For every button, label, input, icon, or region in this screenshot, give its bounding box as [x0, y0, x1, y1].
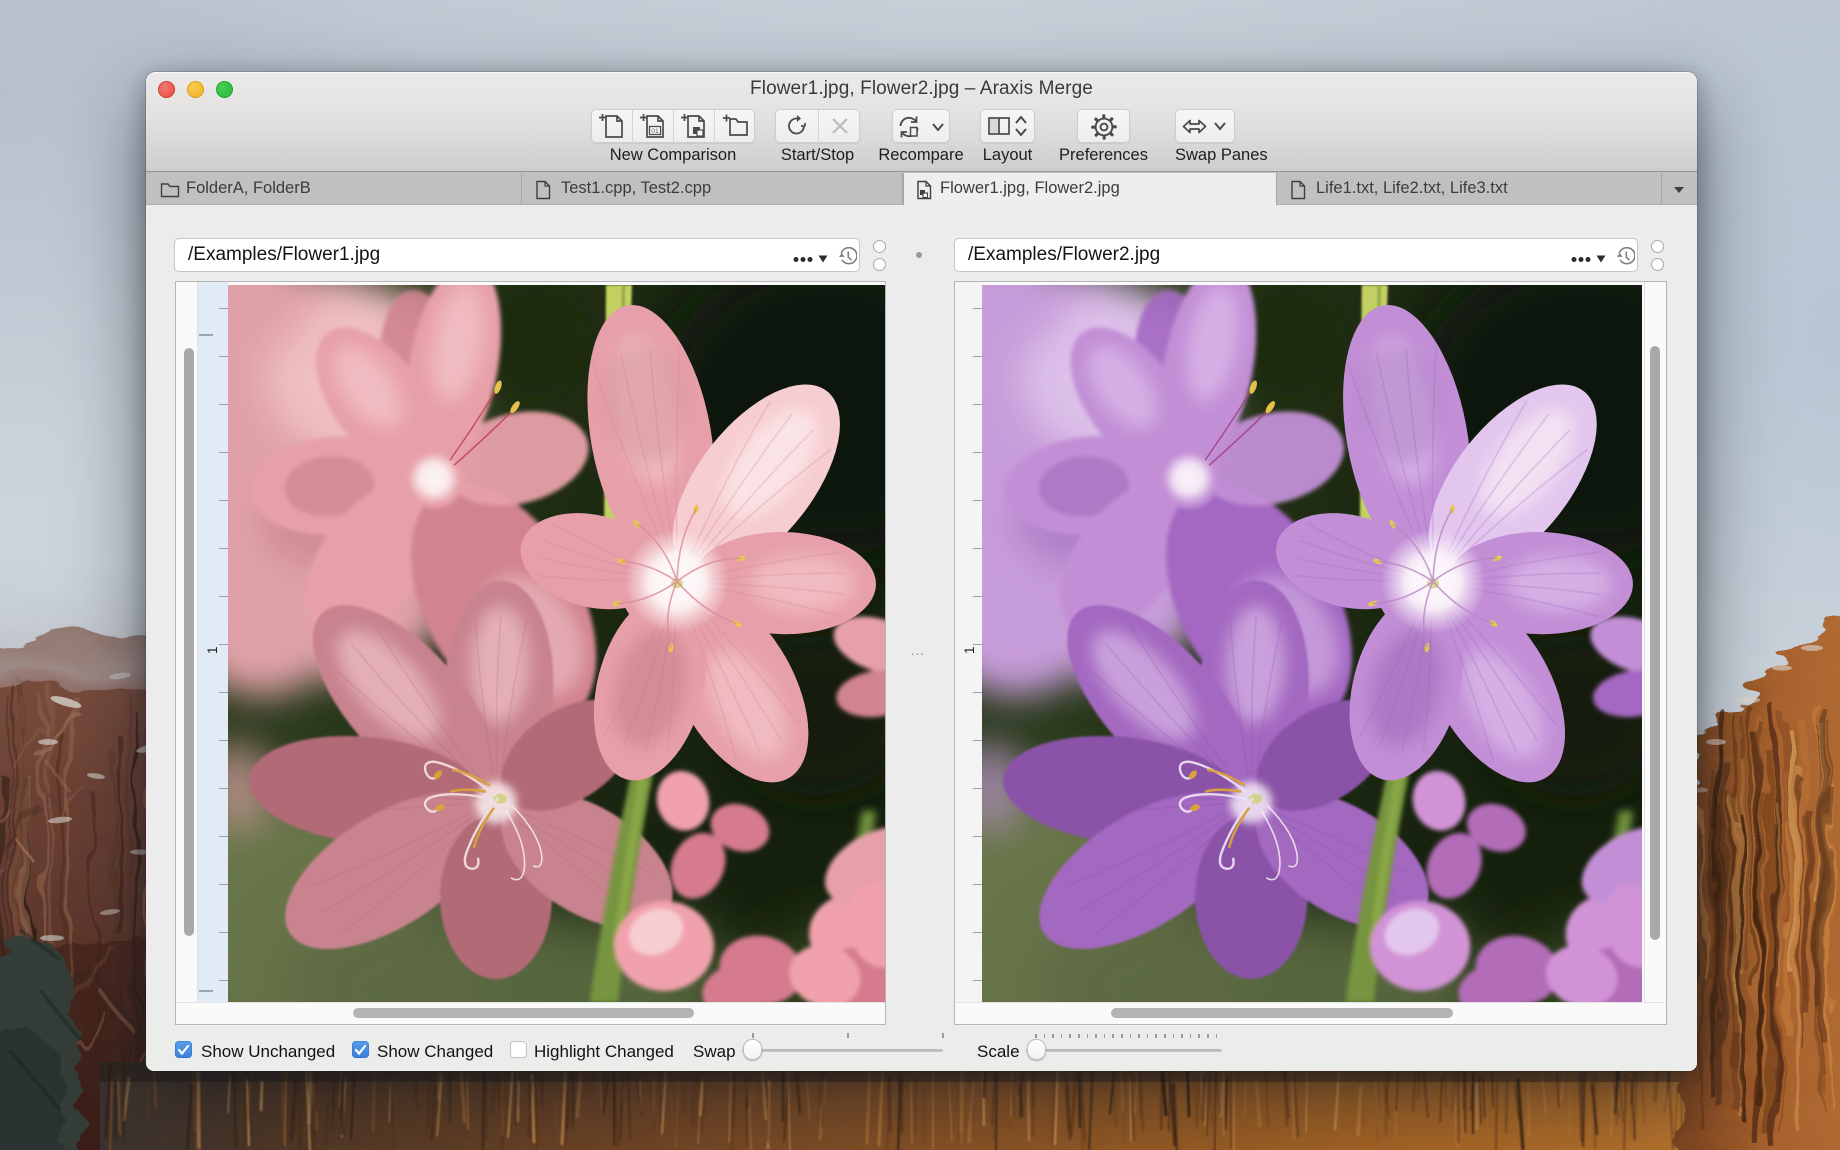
- svg-text:01: 01: [651, 128, 659, 135]
